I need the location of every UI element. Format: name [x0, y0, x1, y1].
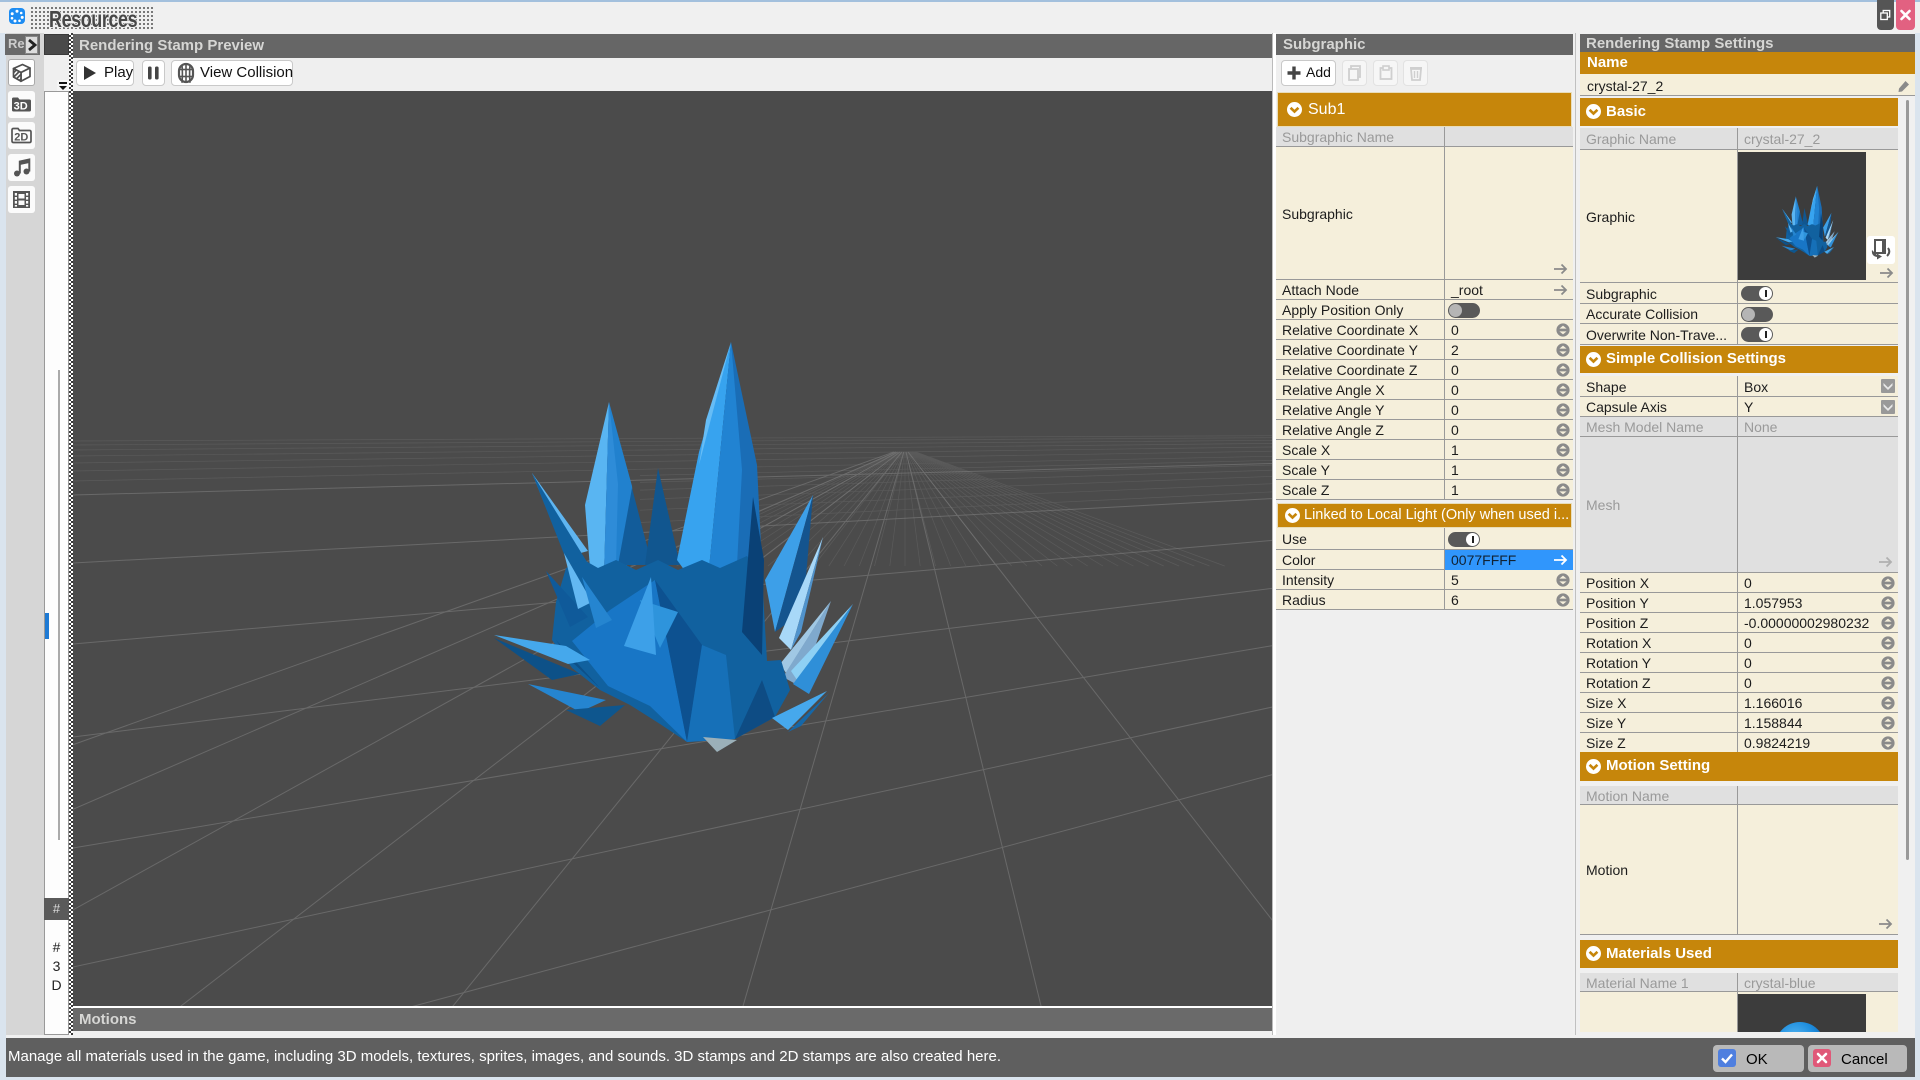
- svg-text:3D: 3D: [14, 101, 28, 113]
- svg-text:2D: 2D: [14, 132, 28, 144]
